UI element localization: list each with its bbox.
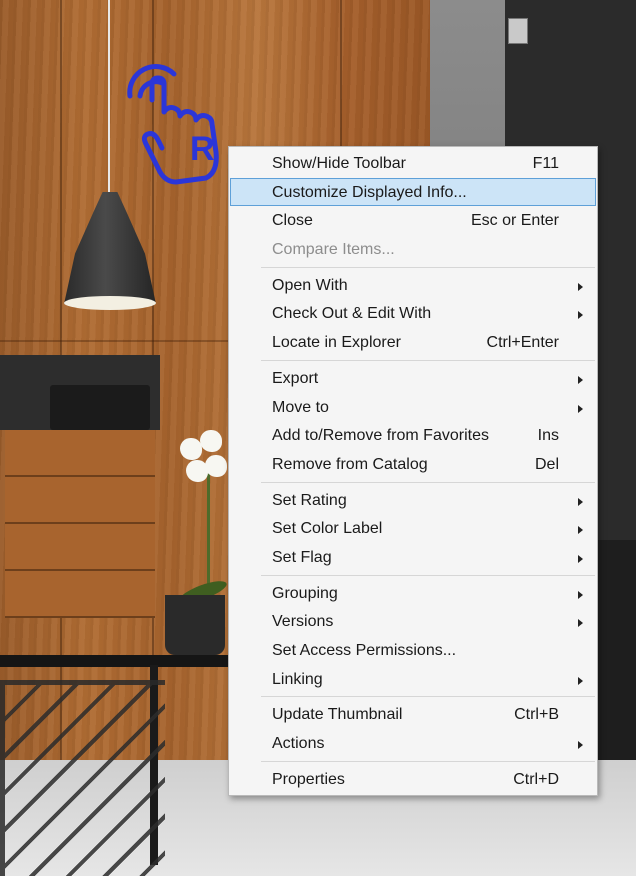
menu-item-label: Locate in Explorer (272, 334, 401, 352)
menu-item-versions[interactable]: Versions (230, 607, 596, 636)
menu-item-customize-displayed-info[interactable]: Customize Displayed Info... (230, 177, 596, 207)
menu-item-set-rating[interactable]: Set Rating (230, 486, 596, 515)
menu-item-remove-from-catalog[interactable]: Remove from Catalog Del (230, 450, 596, 479)
menu-separator (261, 574, 595, 576)
menu-item-add-to-remove-from-favorites[interactable]: Add to/Remove from Favorites Ins (230, 421, 596, 450)
submenu-arrow-icon (578, 741, 583, 750)
submenu-arrow-icon (578, 526, 583, 535)
menu-item-update-thumbnail[interactable]: Update Thumbnail Ctrl+B (230, 700, 596, 729)
menu-item-label: Remove from Catalog (272, 455, 428, 473)
menu-separator (261, 696, 595, 698)
menu-item-compare-items: Compare Items... (230, 235, 596, 264)
menu-item-properties[interactable]: Properties Ctrl+D (230, 765, 596, 794)
orchid-flower (205, 455, 227, 477)
submenu-arrow-icon (578, 619, 583, 628)
menu-item-label: Add to/Remove from Favorites (272, 427, 489, 445)
menu-item-locate-in-explorer[interactable]: Locate in Explorer Ctrl+Enter (230, 328, 596, 357)
menu-item-label: Set Flag (272, 548, 332, 566)
chair (0, 680, 165, 876)
right-click-letter: R (190, 130, 215, 168)
menu-item-label: Check Out & Edit With (272, 305, 432, 323)
submenu-arrow-icon (578, 375, 583, 384)
menu-item-export[interactable]: Export (230, 364, 596, 393)
menu-item-show-hide-toolbar[interactable]: Show/Hide Toolbar F11 (230, 149, 596, 178)
menu-item-set-color-label[interactable]: Set Color Label (230, 514, 596, 543)
drawer (5, 477, 155, 524)
submenu-arrow-icon (578, 497, 583, 506)
menu-item-shortcut: Del (534, 455, 559, 473)
menu-item-label: Properties (272, 770, 345, 788)
menu-item-label: Versions (272, 613, 334, 631)
submenu-arrow-icon (578, 554, 583, 563)
coffee-machine (50, 385, 150, 430)
menu-item-label: Customize Displayed Info... (272, 183, 467, 201)
submenu-arrow-icon (578, 311, 583, 320)
submenu-arrow-icon (578, 404, 583, 413)
menu-item-shortcut: F11 (532, 155, 559, 172)
menu-item-open-with[interactable]: Open With (230, 271, 596, 300)
menu-item-shortcut: Ins (537, 427, 559, 445)
menu-separator (261, 760, 595, 762)
plant-pot (165, 595, 225, 655)
menu-item-label: Open With (272, 276, 348, 294)
menu-item-set-flag[interactable]: Set Flag (230, 543, 596, 572)
menu-separator (261, 359, 595, 361)
menu-item-shortcut: Ctrl+Enter (486, 334, 559, 352)
menu-item-grouping[interactable]: Grouping (230, 579, 596, 608)
menu-item-label: Export (272, 369, 319, 387)
orchid-flower (200, 430, 222, 452)
orchid-flower (180, 438, 202, 460)
orchid-stem (207, 470, 210, 600)
menu-item-label: Grouping (272, 584, 338, 602)
menu-item-close[interactable]: Close Esc or Enter (230, 206, 596, 235)
menu-item-label: Linking (272, 670, 323, 688)
menu-item-label: Show/Hide Toolbar (272, 155, 407, 172)
menu-item-label: Update Thumbnail (272, 706, 403, 724)
wall-vent (508, 18, 528, 44)
menu-item-check-out-edit-with[interactable]: Check Out & Edit With (230, 299, 596, 328)
menu-item-actions[interactable]: Actions (230, 729, 596, 758)
menu-item-label: Compare Items... (272, 241, 395, 259)
menu-item-label: Set Access Permissions... (272, 642, 457, 659)
submenu-arrow-icon (578, 590, 583, 599)
lamp-cord (108, 0, 110, 195)
drawer (5, 524, 155, 571)
menu-item-shortcut: Ctrl+B (514, 706, 559, 724)
menu-item-label: Set Color Label (272, 520, 383, 538)
table-top (0, 655, 240, 667)
lamp-light (64, 296, 156, 310)
drawer (5, 571, 155, 618)
context-menu: Show/Hide Toolbar F11 Customize Displayed … (228, 146, 598, 797)
menu-item-label: Set Rating (272, 491, 347, 509)
menu-separator (261, 266, 595, 268)
submenu-arrow-icon (578, 282, 583, 291)
menu-item-linking[interactable]: Linking (230, 665, 596, 694)
menu-item-label: Actions (272, 735, 325, 753)
menu-item-shortcut: Esc or Enter (470, 212, 559, 230)
menu-separator (261, 481, 595, 483)
drawer (5, 430, 155, 477)
menu-item-set-access-permissions[interactable]: Set Access Permissions... (230, 636, 596, 665)
menu-item-move-to[interactable]: Move to (230, 393, 596, 422)
submenu-arrow-icon (578, 676, 583, 685)
menu-item-shortcut: Ctrl+D (513, 770, 559, 788)
menu-item-label: Move to (272, 398, 329, 416)
menu-item-label: Close (272, 212, 313, 230)
